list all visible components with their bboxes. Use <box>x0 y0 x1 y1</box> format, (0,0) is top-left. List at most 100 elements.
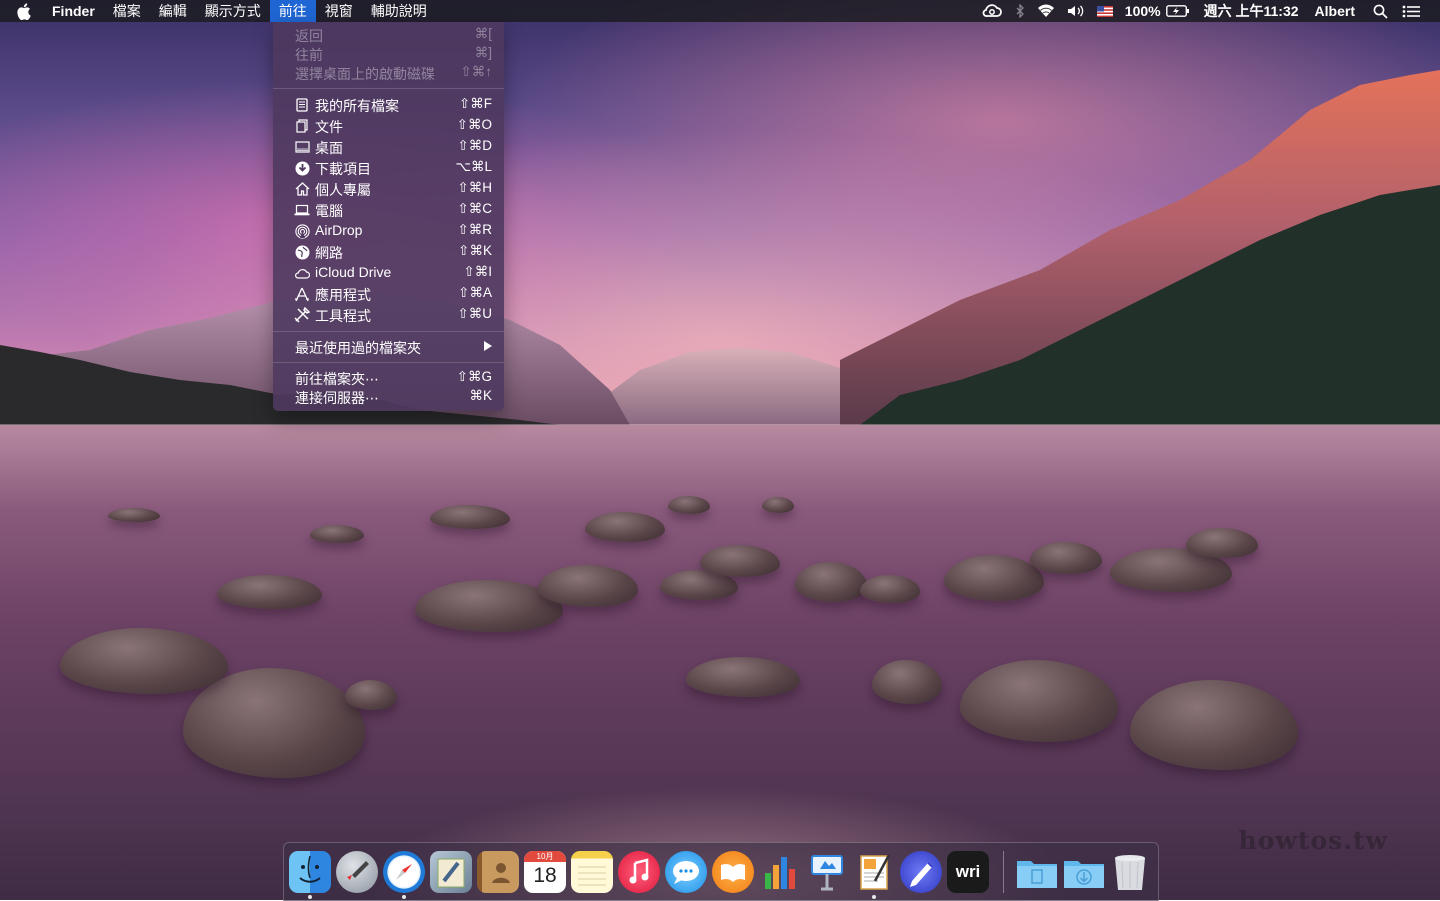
documents-icon <box>294 118 310 134</box>
menu-item-airdrop[interactable]: AirDrop ⇧⌘R <box>273 220 504 241</box>
wallpaper-rock <box>310 525 364 543</box>
menu-view[interactable]: 顯示方式 <box>196 0 270 22</box>
menu-item-computer[interactable]: 電腦 ⇧⌘C <box>273 199 504 220</box>
menu-item-shortcut: ⌘] <box>474 45 492 60</box>
go-menu-dropdown: 返回 ⌘[ 往前 ⌘] 選擇桌面上的啟動磁碟 ⇧⌘↑ 我的所有檔案 ⇧⌘F 文件… <box>273 22 504 411</box>
home-icon <box>294 181 310 197</box>
running-indicator <box>308 895 312 899</box>
menu-item-utilities[interactable]: 工具程式 ⇧⌘U <box>273 304 504 325</box>
wallpaper-rock <box>430 505 510 529</box>
menu-item-shortcut: ⇧⌘G <box>456 369 492 384</box>
wallpaper-rock <box>108 508 160 522</box>
menu-item-startup-disk: 選擇桌面上的啟動磁碟 ⇧⌘↑ <box>273 62 504 83</box>
menu-separator <box>273 362 504 363</box>
menu-separator <box>273 331 504 332</box>
menu-item-label: 文件 <box>315 119 343 135</box>
messages-icon[interactable] <box>665 851 707 893</box>
calendar-icon[interactable]: 10月 18 <box>524 851 566 893</box>
menu-item-network[interactable]: 網路 ⇧⌘K <box>273 241 504 262</box>
spotlight-search-icon[interactable] <box>1373 4 1388 19</box>
menu-item-downloads[interactable]: 下載項目 ⌥⌘L <box>273 157 504 178</box>
safari-icon[interactable] <box>383 851 425 893</box>
itunes-icon[interactable] <box>618 851 660 893</box>
user-name[interactable]: Albert <box>1315 3 1355 19</box>
all-my-files-icon <box>294 97 310 113</box>
menu-finder[interactable]: Finder <box>44 0 104 22</box>
ibooks-icon[interactable] <box>712 851 754 893</box>
submenu-arrow-icon <box>484 341 492 351</box>
us-flag-icon[interactable] <box>1096 5 1113 17</box>
computer-icon <box>294 202 310 218</box>
menu-item-shortcut: ⌘[ <box>474 26 492 41</box>
menu-window[interactable]: 視窗 <box>316 0 362 22</box>
menu-edit[interactable]: 編輯 <box>150 0 196 22</box>
trash-icon[interactable] <box>1110 851 1152 893</box>
menu-item-connect-to-server[interactable]: 連接伺服器⋯ ⌘K <box>273 386 504 407</box>
menu-file[interactable]: 檔案 <box>104 0 150 22</box>
writer-icon[interactable]: wri <box>947 851 989 893</box>
dock-separator <box>1003 851 1004 893</box>
pages-icon[interactable] <box>853 851 895 893</box>
wallpaper-rock <box>585 512 665 542</box>
wallpaper-rock <box>700 545 780 577</box>
menu-item-label: 最近使用過的檔案夾 <box>295 340 421 356</box>
wifi-icon[interactable] <box>1037 4 1055 18</box>
running-indicator <box>872 895 876 899</box>
dock: 10月 18 wri <box>283 842 1159 901</box>
menu-item-icloud-drive[interactable]: iCloud Drive ⇧⌘I <box>273 262 504 283</box>
wallpaper-rock <box>1030 542 1102 574</box>
downloads-folder-icon[interactable] <box>1062 851 1104 893</box>
running-indicator <box>402 895 406 899</box>
clock[interactable]: 週六 上午11:32 <box>1204 1 1299 21</box>
wallpaper-rock <box>217 575 322 609</box>
menu-item-home[interactable]: 個人專屬 ⇧⌘H <box>273 178 504 199</box>
wallpaper-rock <box>345 680 397 710</box>
desktop-wallpaper: howtos.tw <box>0 0 1440 900</box>
menu-item-label: 工具程式 <box>315 308 371 324</box>
volume-icon[interactable] <box>1067 4 1085 18</box>
notes-icon[interactable] <box>571 851 613 893</box>
menu-item-shortcut: ⇧⌘O <box>456 117 492 132</box>
mail-icon[interactable] <box>430 851 472 893</box>
desktop-icon <box>294 139 310 155</box>
notification-center-icon[interactable] <box>1402 5 1420 18</box>
bluetooth-icon[interactable] <box>1015 4 1025 18</box>
documents-folder-icon[interactable] <box>1015 851 1057 893</box>
network-icon <box>294 244 310 260</box>
menu-separator <box>273 88 504 89</box>
menu-item-go-to-folder[interactable]: 前往檔案夾⋯ ⇧⌘G <box>273 367 504 388</box>
wallpaper-rock <box>668 496 710 514</box>
apple-icon[interactable] <box>16 2 38 20</box>
utilities-icon <box>294 307 310 323</box>
finder-icon[interactable] <box>289 851 331 893</box>
menu-help[interactable]: 輔助說明 <box>362 0 436 22</box>
wallpaper-rock <box>1186 528 1258 558</box>
menu-item-all-my-files[interactable]: 我的所有檔案 ⇧⌘F <box>273 94 504 115</box>
menu-item-recent-folders[interactable]: 最近使用過的檔案夾 <box>273 336 504 357</box>
pixelmator-icon[interactable] <box>900 851 942 893</box>
menu-go[interactable]: 前往 <box>269 0 316 22</box>
launchpad-icon[interactable] <box>336 851 378 893</box>
menu-item-applications[interactable]: 應用程式 ⇧⌘A <box>273 283 504 304</box>
menu-item-shortcut: ⇧⌘D <box>457 138 492 153</box>
keynote-icon[interactable] <box>806 851 848 893</box>
menu-item-shortcut: ⇧⌘K <box>458 243 492 258</box>
numbers-icon[interactable] <box>759 851 801 893</box>
menu-item-label: 應用程式 <box>315 287 371 303</box>
menu-item-desktop[interactable]: 桌面 ⇧⌘D <box>273 136 504 157</box>
menu-item-shortcut: ⇧⌘F <box>458 96 492 111</box>
battery-charging-icon[interactable] <box>1165 5 1190 17</box>
creative-cloud-icon[interactable] <box>981 4 1003 18</box>
menu-bar: Finder 檔案 編輯 顯示方式 前往 視窗 輔助說明 100% 週六 上午1… <box>0 0 1440 22</box>
menu-item-shortcut: ⌘K <box>469 388 492 403</box>
menu-item-shortcut: ⇧⌘H <box>457 180 492 195</box>
menu-item-label: AirDrop <box>315 222 363 238</box>
menu-item-documents[interactable]: 文件 ⇧⌘O <box>273 115 504 136</box>
menu-item-shortcut: ⇧⌘A <box>458 285 492 300</box>
menu-item-label: 選擇桌面上的啟動磁碟 <box>295 66 435 82</box>
menu-item-shortcut: ⇧⌘C <box>457 201 492 216</box>
contacts-icon[interactable] <box>477 851 519 893</box>
menu-item-shortcut: ⇧⌘↑ <box>460 64 492 79</box>
battery-percent[interactable]: 100% <box>1125 3 1161 19</box>
menu-item-label: 個人專屬 <box>315 182 371 198</box>
